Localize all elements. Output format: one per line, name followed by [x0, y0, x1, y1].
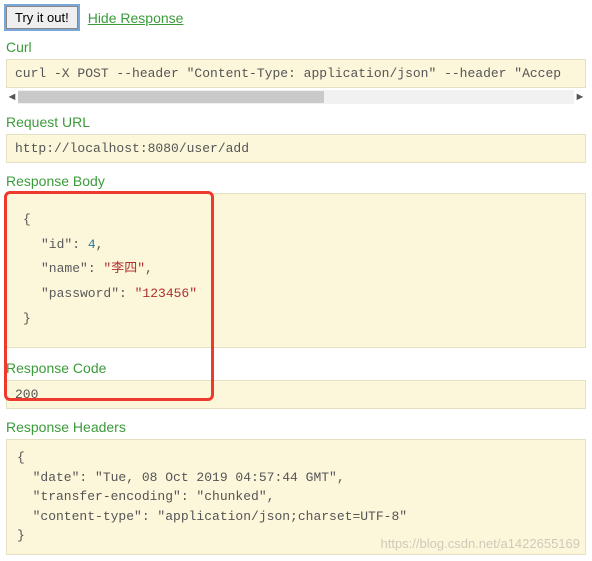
- curl-command-box: curl -X POST --header "Content-Type: app…: [6, 59, 586, 88]
- section-title-response-headers: Response Headers: [6, 419, 586, 435]
- scroll-track[interactable]: [18, 90, 574, 104]
- json-val-password: "123456": [135, 286, 197, 301]
- response-body-box: { "id": 4, "name": "李四", "password": "12…: [6, 193, 586, 348]
- request-url-box: http://localhost:8080/user/add: [6, 134, 586, 163]
- json-key-id: "id": [23, 237, 72, 252]
- json-val-id: 4: [88, 237, 96, 252]
- response-headers-box: { "date": "Tue, 08 Oct 2019 04:57:44 GMT…: [6, 439, 586, 555]
- json-key-name: "name": [23, 261, 88, 276]
- response-code-box: 200: [6, 380, 586, 409]
- json-brace-close: }: [23, 311, 31, 326]
- json-key-password: "password": [23, 286, 119, 301]
- json-val-name: "李四": [103, 261, 145, 276]
- top-action-row: Try it out! Hide Response: [6, 6, 586, 29]
- section-title-request-url: Request URL: [6, 114, 586, 130]
- hide-response-link[interactable]: Hide Response: [88, 10, 184, 26]
- section-title-response-code: Response Code: [6, 360, 586, 376]
- scroll-right-icon[interactable]: ►: [574, 90, 586, 104]
- json-brace-open: {: [23, 212, 31, 227]
- curl-scrollbar[interactable]: ◄ ►: [6, 90, 586, 104]
- scroll-thumb[interactable]: [18, 91, 324, 103]
- scroll-left-icon[interactable]: ◄: [6, 90, 18, 104]
- try-it-out-button[interactable]: Try it out!: [6, 6, 78, 29]
- section-title-curl: Curl: [6, 39, 586, 55]
- section-title-response-body: Response Body: [6, 173, 586, 189]
